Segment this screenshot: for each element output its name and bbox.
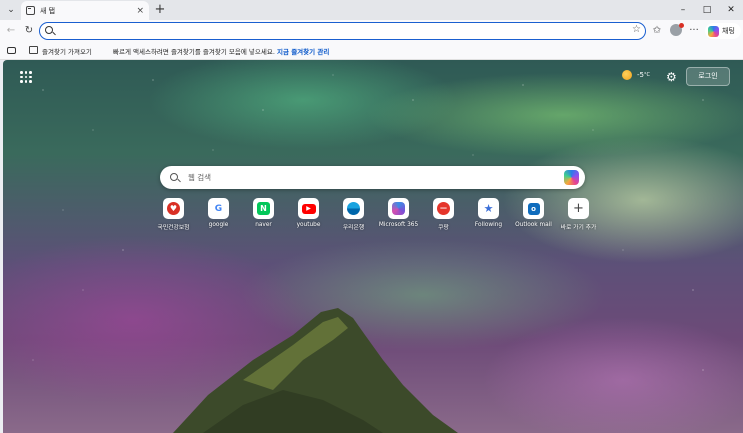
import-favorites-icon[interactable] [29, 46, 38, 54]
favorites-icon[interactable]: ✩ [650, 24, 664, 38]
new-tab-page: -5 °C ⚙ 로그인 웹 검색 ♥ 국민건강보험 G google N nave… [3, 60, 743, 433]
copilot-icon[interactable] [564, 170, 579, 185]
google-icon: G [208, 198, 229, 219]
address-bar[interactable]: ☆ [39, 22, 646, 40]
youtube-icon: ▶ [298, 198, 319, 219]
tab-close-icon[interactable]: × [136, 6, 144, 16]
copilot-chat-button[interactable]: 채팅 [705, 23, 741, 39]
favorites-bar: 즐겨찾기 가져오기 빠르게 액세스하려면 즐겨찾기를 즐겨찾기 모음에 넣으세요… [0, 42, 743, 60]
more-options-button[interactable]: ··· [687, 24, 701, 38]
shortcut-label: youtube [296, 222, 321, 228]
shortcut-coupang[interactable]: — 쿠팡 [421, 198, 466, 231]
browser-toolbar: ← ↻ ☆ ✩ ··· 채팅 [0, 20, 743, 42]
quick-links: ♥ 국민건강보험 G google N naver ▶ youtube 우리은행… [151, 198, 601, 231]
naver-icon: N [253, 198, 274, 219]
sun-icon [622, 70, 632, 80]
web-search-box[interactable]: 웹 검색 [160, 166, 585, 189]
shortcut-woori-bank[interactable]: 우리은행 [331, 198, 376, 231]
shortcut-label: 국민건강보험 [157, 225, 190, 231]
favorites-bar-message: 빠르게 액세스하려면 즐겨찾기를 즐겨찾기 모음에 넣으세요. 지금 즐겨찾기 … [113, 46, 329, 56]
refresh-button[interactable]: ↻ [22, 24, 36, 38]
shortcut-following[interactable]: ★ Following [466, 198, 511, 231]
shortcut-youtube[interactable]: ▶ youtube [286, 198, 331, 231]
apps-launcher-icon[interactable] [20, 71, 32, 83]
plus-icon: + [568, 198, 589, 219]
manage-favorites-link[interactable]: 지금 즐겨찾기 관리 [277, 48, 329, 56]
search-placeholder: 웹 검색 [188, 173, 212, 182]
tab-actions-chevron-icon[interactable]: ⌄ [3, 2, 19, 18]
favorites-hint-text: 빠르게 액세스하려면 즐겨찾기를 즐겨찾기 모음에 넣으세요. [113, 48, 275, 56]
favorite-star-icon[interactable]: ☆ [632, 24, 641, 35]
woori-icon [343, 198, 364, 219]
weather-widget[interactable]: -5 °C [622, 70, 650, 80]
following-icon: ★ [478, 198, 499, 219]
shortcut-label: 우리은행 [342, 225, 365, 231]
background-mountain [32, 74, 704, 433]
shortcut-microsoft-365[interactable]: Microsoft 365 [376, 198, 421, 231]
shortcut-label: 바로 가기 추가 [560, 225, 597, 231]
shortcut-label: Microsoft 365 [378, 222, 419, 228]
minimize-button[interactable]: – [671, 0, 695, 20]
heart-icon: ♥ [163, 198, 184, 219]
shortcut-label: 쿠팡 [438, 225, 449, 231]
shortcut-label: Following [474, 222, 503, 228]
shortcut-add[interactable]: + 바로 가기 추가 [556, 198, 601, 231]
shortcut-outlook-mail[interactable]: o Outlook mail [511, 198, 556, 231]
close-button[interactable]: ✕ [719, 0, 743, 20]
new-tab-button[interactable]: + [152, 2, 168, 18]
back-button[interactable]: ← [4, 24, 18, 38]
outlook-icon: o [523, 198, 544, 219]
copilot-label: 채팅 [722, 27, 735, 35]
search-icon [170, 173, 178, 181]
title-bar: ⌄ 새 탭 × + – □ ✕ [0, 0, 743, 20]
tab-new-tab[interactable]: 새 탭 × [21, 1, 149, 20]
settings-gear-icon[interactable]: ⚙ [666, 70, 677, 84]
import-favorites-link[interactable]: 즐겨찾기 가져오기 [42, 46, 92, 56]
m365-icon [388, 198, 409, 219]
shortcut-nhis[interactable]: ♥ 국민건강보험 [151, 198, 196, 231]
profile-avatar[interactable] [670, 23, 684, 36]
weather-temperature: -5 [637, 71, 644, 79]
shortcut-label: Outlook mail [515, 222, 552, 228]
tab-title: 새 탭 [40, 6, 56, 15]
favorites-bar-icon [7, 47, 16, 54]
shortcut-label: naver [255, 222, 272, 228]
weather-unit: °C [643, 72, 650, 78]
search-icon [45, 26, 53, 34]
shortcut-naver[interactable]: N naver [241, 198, 286, 231]
shortcut-label: google [208, 222, 229, 228]
shortcut-google[interactable]: G google [196, 198, 241, 231]
maximize-button[interactable]: □ [695, 0, 719, 20]
coupang-icon: — [433, 198, 454, 219]
new-tab-page-icon [26, 6, 35, 15]
copilot-icon [708, 25, 719, 37]
login-button[interactable]: 로그인 [686, 67, 730, 86]
